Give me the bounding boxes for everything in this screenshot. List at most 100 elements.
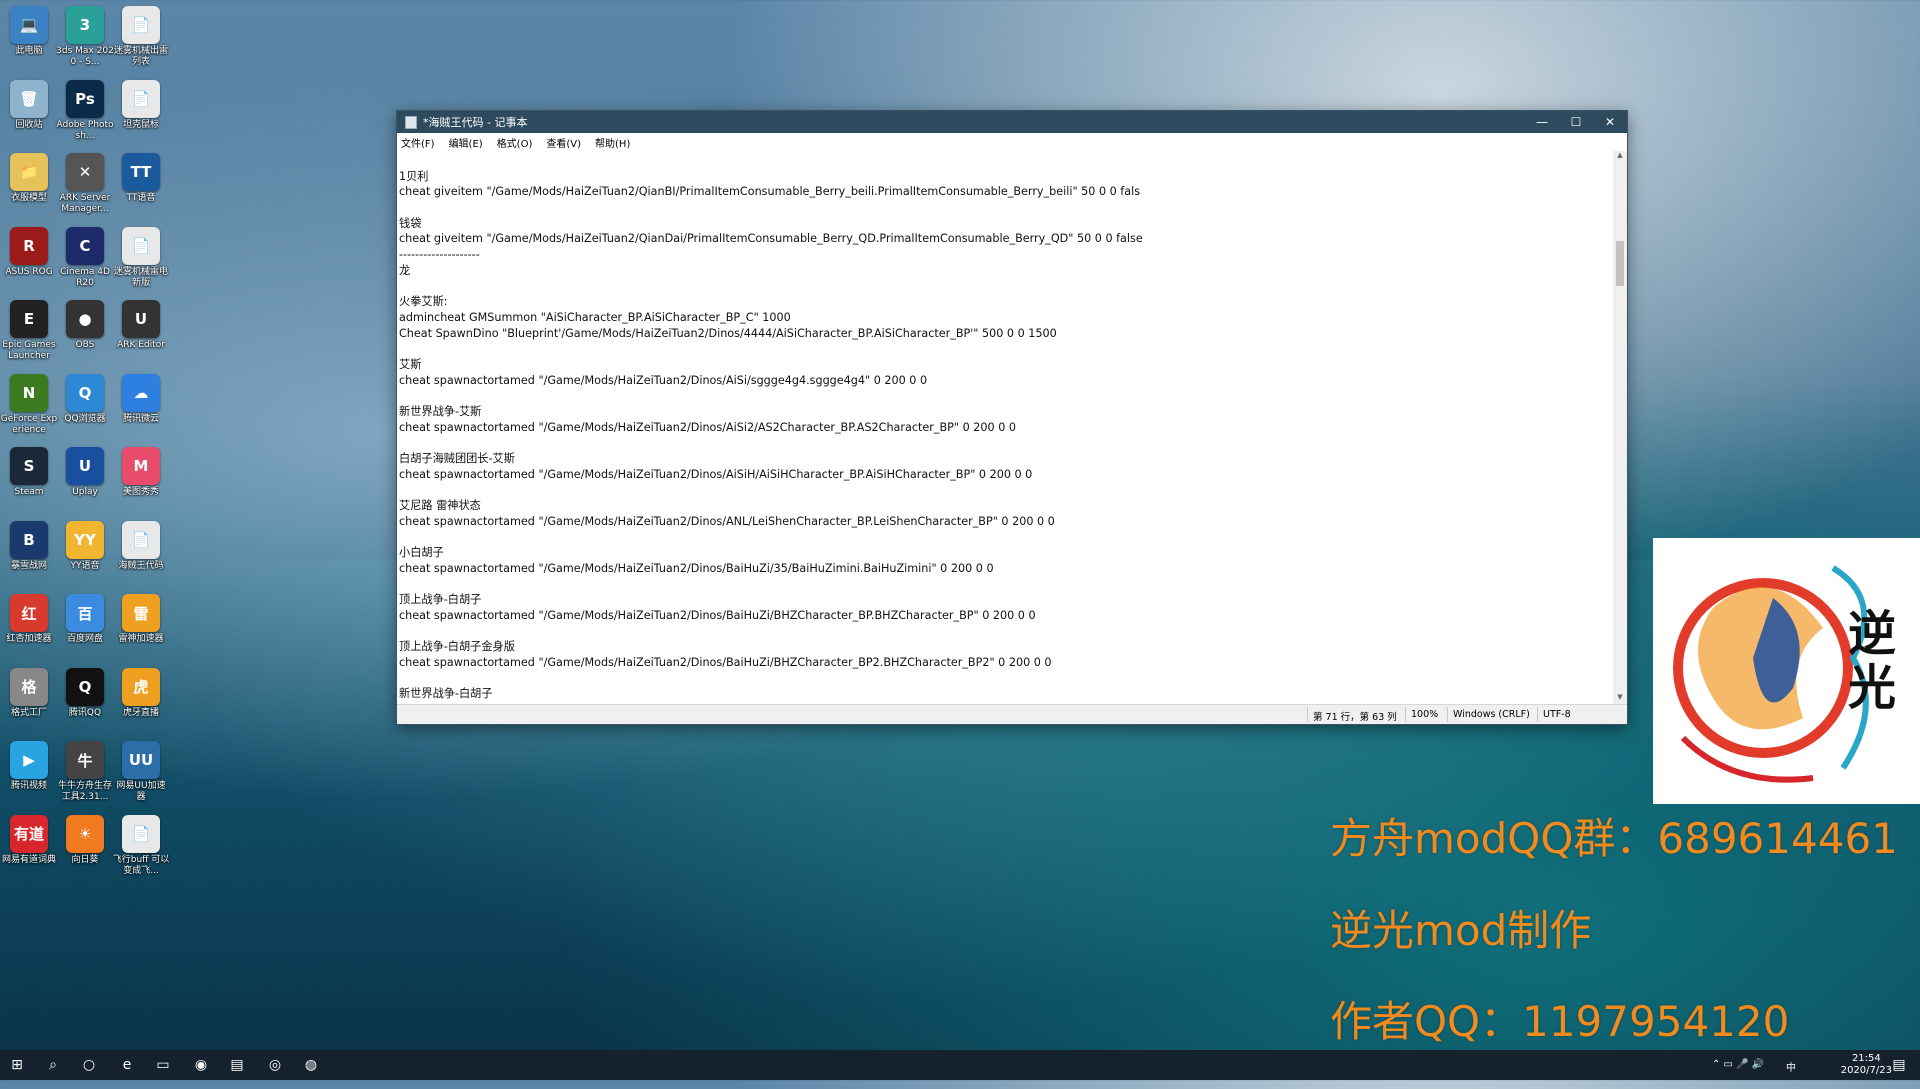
app-icon: ▶	[10, 741, 48, 779]
desktop-icon[interactable]: ☁ 腾讯微云	[112, 372, 170, 425]
system-tray-icons[interactable]: ⌃ ▭ 🎤 🔊	[1712, 1059, 1764, 1089]
app-icon: 红	[10, 594, 48, 632]
text-line	[399, 153, 1613, 169]
scrollbar-thumb[interactable]	[1616, 241, 1624, 286]
desktop-icon[interactable]: UU 网易UU加速器	[112, 739, 170, 803]
desktop-icon[interactable]: 牛牛牛方舟生存工具2.31...	[56, 739, 114, 803]
status-separator	[1405, 707, 1406, 722]
desktop-icon[interactable]: 📄 海贼王代码	[112, 519, 170, 572]
netease-music-icon[interactable]: ◍	[302, 1056, 320, 1074]
app-icon: E	[10, 300, 48, 338]
desktop-icon[interactable]: 📄 飞行buff 可以变成飞...	[112, 813, 170, 877]
desktop-icon[interactable]: S Steam	[0, 445, 58, 498]
notepad-icon[interactable]: ▤	[228, 1056, 246, 1074]
desktop-icon[interactable]: 📄 坦克鼠标	[112, 78, 170, 131]
start-button[interactable]: ⊞	[8, 1056, 26, 1074]
cortana-icon[interactable]: ○	[80, 1056, 98, 1074]
desktop-icon[interactable]: Q QQ浏览器	[56, 372, 114, 425]
explorer-icon[interactable]: ▭	[154, 1056, 172, 1074]
clock-date: 2020/7/23	[1840, 1065, 1892, 1076]
app-icon: Q	[66, 373, 104, 412]
desktop-icon[interactable]: ✕ ARK Server Manager...	[56, 151, 114, 215]
notepad-window[interactable]: *海贼王代码 - 记事本 — ☐ ✕ 文件(F) 编辑(E) 格式(O) 查看(…	[397, 111, 1627, 724]
text-line	[399, 577, 1613, 593]
desktop-icon[interactable]: 🗑 回收站	[0, 78, 58, 131]
minimize-button[interactable]: —	[1525, 115, 1559, 129]
desktop-icon-label: Adobe Photosh...	[56, 119, 114, 141]
desktop-icon[interactable]: 格格式工厂	[0, 666, 58, 719]
text-line: 小白胡子	[399, 546, 444, 560]
system-clock[interactable]: 21:54 2020/7/23	[1841, 1053, 1892, 1077]
text-line	[399, 200, 1613, 216]
desktop-icon[interactable]: YY YY语音	[56, 519, 114, 572]
desktop-icon[interactable]: 雷雷神加速器	[112, 592, 170, 645]
desktop-icon-label: Cinema 4D R20	[60, 266, 110, 288]
app-icon: R	[10, 226, 48, 265]
notification-center-icon[interactable]: ▤	[1890, 1056, 1908, 1074]
close-button[interactable]: ✕	[1593, 115, 1627, 129]
app-icon: 有道	[10, 814, 48, 853]
text-line: 艾尼路 雷神状态	[399, 499, 481, 513]
menu-help[interactable]: 帮助(H)	[595, 135, 630, 150]
desktop-icon[interactable]: 📁 衣服模型	[0, 151, 58, 204]
desktop-icon[interactable]: N GeForce Experience	[0, 372, 58, 436]
desktop-icon-label: ARK Editor	[117, 340, 165, 350]
desktop-icon[interactable]: 有道 网易有道词典	[0, 813, 58, 866]
desktop-icon[interactable]: Q 腾讯QQ	[56, 666, 114, 719]
text-editor-area[interactable]: 1贝利 cheat giveitem "/Game/Mods/HaiZeiTuan…	[397, 151, 1613, 705]
desktop-icon[interactable]: 红红杏加速器	[0, 592, 58, 645]
desktop-icon[interactable]: Ps Adobe Photosh...	[56, 78, 114, 142]
text-line: 龙	[399, 263, 411, 277]
vertical-scrollbar[interactable]: ▲ ▼	[1613, 151, 1627, 705]
app-icon: UU	[122, 741, 160, 779]
menu-format[interactable]: 格式(O)	[497, 135, 533, 150]
obs-icon[interactable]: ◎	[266, 1056, 284, 1074]
desktop-icon[interactable]: TT TT语音	[112, 151, 170, 204]
desktop-icon[interactable]: 💻 此电脑	[0, 4, 58, 57]
desktop-icon-grid: 💻 此电脑 3 3ds Max 2020 - S... 📄 迷雾机械出雷列表 🗑 回收站 Ps A…	[0, 0, 170, 1050]
desktop-icon[interactable]: B 暴雪战网	[0, 519, 58, 572]
app-icon: 3	[66, 6, 104, 44]
search-icon[interactable]: ⌕	[44, 1056, 62, 1074]
desktop-icon[interactable]: U Uplay	[56, 445, 114, 498]
app-icon: C	[66, 226, 104, 265]
desktop-icon[interactable]: ● OBS	[56, 298, 114, 351]
edge-icon[interactable]: e	[118, 1056, 136, 1074]
desktop-icon[interactable]: C Cinema 4D R20	[56, 225, 114, 289]
clock-time: 21:54	[1851, 1053, 1881, 1064]
app-icon: 虎	[122, 667, 160, 706]
menu-file[interactable]: 文件(F)	[401, 135, 435, 150]
app-icon: U	[122, 300, 160, 338]
desktop-icon[interactable]: 3 3ds Max 2020 - S...	[56, 4, 114, 68]
desktop-icon-label: 向日葵	[71, 854, 99, 865]
desktop-icon[interactable]: M 美图秀秀	[112, 445, 170, 498]
mod-credit-text: 逆光mod制作	[1330, 906, 1592, 955]
desktop-icon[interactable]: ☀ 向日葵	[56, 813, 114, 866]
status-bar: 第 71 行，第 63 列 100% Windows (CRLF) UTF-8	[397, 704, 1627, 724]
text-line	[399, 341, 1613, 357]
desktop-icon-label: 牛牛方舟生存工具2.31...	[57, 781, 112, 802]
desktop-icon-label: 网易有道词典	[1, 854, 56, 865]
taskbar: ⊞ ⌕ ○ e ▭ ◉ ▤ ◎ ◍ ⌃ ▭ 🎤 🔊 中 21:54 2020/7/23 ▤	[0, 1050, 1920, 1080]
desktop-icon[interactable]: E Epic Games Launcher	[0, 298, 58, 362]
desktop-icon[interactable]: 虎虎牙直播	[112, 666, 170, 719]
menu-edit[interactable]: 编辑(E)	[449, 135, 483, 150]
desktop-icon[interactable]: R ASUS ROG	[0, 225, 58, 278]
desktop-icon-label: Steam	[14, 487, 44, 497]
desktop-icon[interactable]: 百百度网盘	[56, 592, 114, 645]
desktop-icon-label: 腾讯微云	[122, 413, 159, 424]
ime-indicator[interactable]: 中	[1786, 1059, 1796, 1089]
menu-view[interactable]: 查看(V)	[546, 135, 581, 150]
notepad-titlebar[interactable]: *海贼王代码 - 记事本 — ☐ ✕	[397, 111, 1627, 133]
text-line: 顶上战争-白胡子金身版	[399, 640, 515, 654]
chrome-icon[interactable]: ◉	[192, 1056, 210, 1074]
desktop-icon[interactable]: 📄 迷雾机械雷电新版	[112, 225, 170, 289]
status-separator	[1537, 707, 1538, 722]
text-line	[399, 530, 1613, 546]
text-line: 新世界战争-艾斯	[399, 405, 482, 418]
maximize-button[interactable]: ☐	[1559, 115, 1593, 129]
scroll-up-arrow-icon[interactable]: ▲	[1613, 151, 1627, 163]
desktop-icon[interactable]: U ARK Editor	[112, 298, 170, 351]
desktop-icon[interactable]: 📄 迷雾机械出雷列表	[112, 4, 170, 68]
desktop-icon[interactable]: ▶ 腾讯视频	[0, 739, 58, 792]
